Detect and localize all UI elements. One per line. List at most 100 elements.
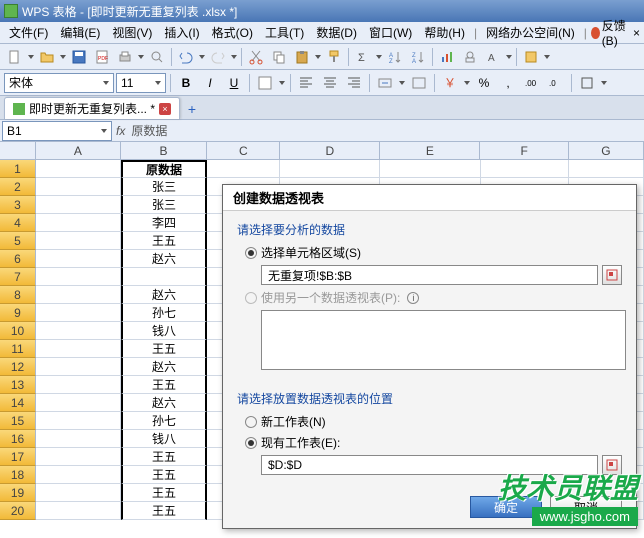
cell[interactable] <box>36 430 121 448</box>
cell[interactable] <box>36 178 121 196</box>
cell[interactable]: 张三 <box>121 178 208 196</box>
row-header[interactable]: 16 <box>0 430 36 448</box>
redo-button[interactable] <box>207 46 229 68</box>
cell[interactable]: 张三 <box>121 196 208 214</box>
col-header-G[interactable]: G <box>569 142 644 160</box>
cell[interactable] <box>36 376 121 394</box>
col-header-F[interactable]: F <box>480 142 569 160</box>
cell[interactable] <box>121 268 208 286</box>
border-button[interactable] <box>576 72 598 94</box>
decrease-decimal-button[interactable]: .0 <box>545 72 567 94</box>
range-picker-button[interactable] <box>602 265 622 285</box>
currency-button[interactable]: ￥ <box>439 72 461 94</box>
underline-button[interactable]: U <box>223 72 245 94</box>
open-dropdown[interactable] <box>59 55 67 59</box>
cell[interactable]: 原数据 <box>121 160 208 178</box>
new-dropdown[interactable] <box>27 55 35 59</box>
cell[interactable]: 王五 <box>121 484 208 502</box>
radio-existing-sheet[interactable]: 现有工作表(E): <box>245 434 622 451</box>
cell[interactable] <box>36 394 121 412</box>
row-header[interactable]: 1 <box>0 160 36 178</box>
bold-button[interactable]: B <box>175 72 197 94</box>
cell[interactable] <box>481 160 569 178</box>
menu-network[interactable]: 网络办公空间(N) <box>481 22 580 43</box>
wrap-button[interactable] <box>408 72 430 94</box>
cell[interactable] <box>36 466 121 484</box>
menu-format[interactable]: 格式(O) <box>207 22 258 43</box>
sum-button[interactable]: Σ <box>352 46 374 68</box>
merge-button[interactable] <box>374 72 396 94</box>
print-preview-button[interactable] <box>146 46 168 68</box>
menu-help[interactable]: 帮助(H) <box>419 22 470 43</box>
cell[interactable] <box>280 160 380 178</box>
menu-view[interactable]: 视图(V) <box>107 22 157 43</box>
increase-decimal-button[interactable]: .00 <box>521 72 543 94</box>
menu-data[interactable]: 数据(D) <box>311 22 362 43</box>
row-header[interactable]: 4 <box>0 214 36 232</box>
row-header[interactable]: 6 <box>0 250 36 268</box>
col-header-B[interactable]: B <box>121 142 208 160</box>
menu-tools[interactable]: 工具(T) <box>260 22 309 43</box>
font-size-selector[interactable]: 11 <box>116 73 166 93</box>
cell[interactable]: 孙七 <box>121 304 208 322</box>
cell[interactable] <box>36 340 121 358</box>
cell[interactable]: 王五 <box>121 502 208 520</box>
cell[interactable]: 王五 <box>121 340 208 358</box>
select-all-corner[interactable] <box>0 142 36 160</box>
align-right-button[interactable] <box>343 72 365 94</box>
cell[interactable] <box>36 286 121 304</box>
cell-style-button[interactable] <box>254 72 276 94</box>
cell[interactable] <box>36 196 121 214</box>
close-tab-button[interactable]: × <box>159 103 171 115</box>
row-header[interactable]: 15 <box>0 412 36 430</box>
cut-button[interactable] <box>245 46 267 68</box>
menu-insert[interactable]: 插入(I) <box>159 22 204 43</box>
cell[interactable] <box>569 160 644 178</box>
row-header[interactable]: 18 <box>0 466 36 484</box>
font-selector[interactable]: 宋体 <box>4 73 114 93</box>
align-center-button[interactable] <box>319 72 341 94</box>
menu-feedback[interactable]: 反馈(B) × <box>591 17 640 48</box>
sort-asc-button[interactable]: AZ <box>384 46 406 68</box>
row-header[interactable]: 19 <box>0 484 36 502</box>
cell[interactable]: 赵六 <box>121 358 208 376</box>
cell[interactable] <box>36 448 121 466</box>
cell[interactable]: 王五 <box>121 466 208 484</box>
col-header-A[interactable]: A <box>36 142 121 160</box>
name-box[interactable]: B1 <box>2 121 112 141</box>
cell[interactable]: 钱八 <box>121 322 208 340</box>
row-header[interactable]: 8 <box>0 286 36 304</box>
align-left-button[interactable] <box>295 72 317 94</box>
range-input[interactable]: 无重复项!$B:$B <box>261 265 598 285</box>
cell[interactable] <box>36 160 121 178</box>
textbox-button[interactable]: A <box>482 46 504 68</box>
col-header-D[interactable]: D <box>280 142 380 160</box>
pdf-button[interactable]: PDF <box>91 46 113 68</box>
print-button[interactable] <box>114 46 136 68</box>
col-header-E[interactable]: E <box>380 142 480 160</box>
cell[interactable] <box>36 502 121 520</box>
cell[interactable]: 李四 <box>121 214 208 232</box>
cell[interactable]: 赵六 <box>121 250 208 268</box>
row-header[interactable]: 10 <box>0 322 36 340</box>
cell[interactable] <box>36 250 121 268</box>
add-tab-button[interactable]: + <box>182 99 202 119</box>
cell[interactable]: 孙七 <box>121 412 208 430</box>
row-header[interactable]: 11 <box>0 340 36 358</box>
row-header[interactable]: 2 <box>0 178 36 196</box>
row-header[interactable]: 14 <box>0 394 36 412</box>
cell[interactable] <box>36 322 121 340</box>
cell[interactable]: 王五 <box>121 448 208 466</box>
undo-button[interactable] <box>175 46 197 68</box>
menu-file[interactable]: 文件(F) <box>4 22 53 43</box>
document-tab[interactable]: 即时更新无重复列表... * × <box>4 97 180 119</box>
row-header[interactable]: 7 <box>0 268 36 286</box>
new-button[interactable] <box>4 46 26 68</box>
cell[interactable] <box>36 484 121 502</box>
row-header[interactable]: 12 <box>0 358 36 376</box>
percent-button[interactable]: % <box>473 72 495 94</box>
cell[interactable]: 钱八 <box>121 430 208 448</box>
cell[interactable] <box>36 268 121 286</box>
copy-button[interactable] <box>268 46 290 68</box>
comma-button[interactable]: , <box>497 72 519 94</box>
